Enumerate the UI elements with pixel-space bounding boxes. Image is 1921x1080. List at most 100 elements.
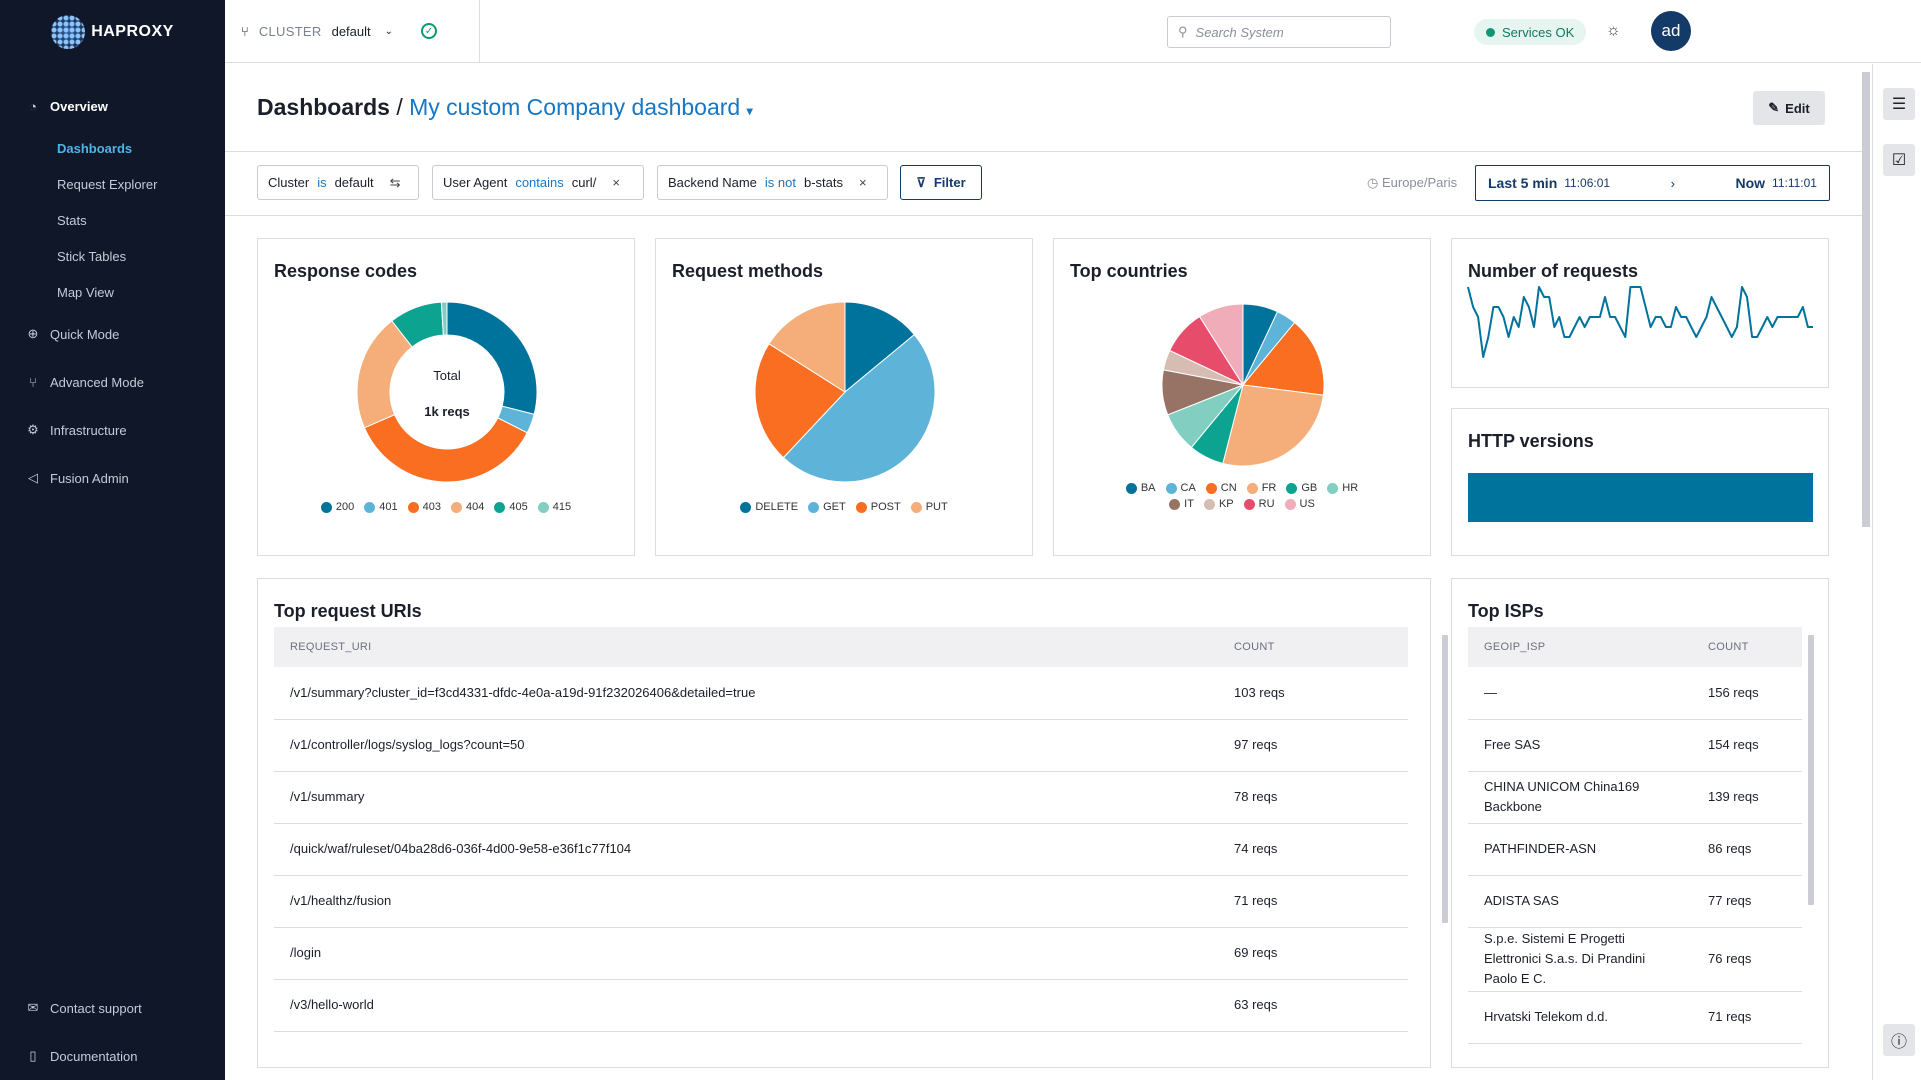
- table-cell-name: Hrvatski Telekom d.d.: [1468, 991, 1692, 1044]
- sidebar-item-map-view[interactable]: Map View: [0, 274, 225, 310]
- uris-table-scrollbar[interactable]: [1442, 635, 1448, 923]
- legend-item-405[interactable]: 405: [494, 501, 528, 513]
- dashboard-selector[interactable]: My custom Company dashboard: [409, 94, 740, 120]
- sidebar-item-documentation[interactable]: ▯ Documentation: [0, 1032, 225, 1080]
- legend-label: PUT: [925, 501, 948, 513]
- legend-item-401[interactable]: 401: [364, 501, 398, 513]
- legend-item-403[interactable]: 403: [407, 501, 441, 513]
- column-header-count[interactable]: COUNT: [1218, 627, 1408, 667]
- isp-table-wrap: GEOIP_ISP COUNT —156 reqs Free SAS 154 req…: [1468, 627, 1802, 1044]
- table-row[interactable]: /quick/waf/ruleset/04ba28d6-036f-4d00-9e…: [274, 823, 1408, 876]
- http-version-bar-0[interactable]: [1468, 473, 1813, 522]
- legend-item-404[interactable]: 404: [451, 501, 484, 513]
- legend-item-ba[interactable]: BA: [1125, 482, 1156, 494]
- http-versions-bar-chart: [1468, 473, 1813, 522]
- sidebar-item-label: Advanced Mode: [50, 374, 144, 390]
- checklist-icon[interactable]: ☑: [1883, 144, 1915, 176]
- page-title: Dashboards / My custom Company dashboard…: [257, 94, 753, 121]
- filter-operator: is: [317, 175, 327, 190]
- legend-swatch: [1246, 482, 1258, 494]
- table-row[interactable]: /v3/hello-world 63 reqs: [274, 979, 1408, 1032]
- pie-slice-200[interactable]: [446, 301, 538, 415]
- branch-icon: ⑂: [29, 374, 37, 390]
- swap-icon[interactable]: ⇆: [390, 175, 401, 191]
- filter-field: Backend Name: [668, 175, 757, 190]
- close-icon[interactable]: ×: [612, 175, 620, 190]
- table-row[interactable]: /v1/summary?cluster_id=f3cd4331-dfdc-4e0…: [274, 667, 1408, 720]
- card-top-countries: Top countries BA CA CN FR GB HR IT KP RU US: [1053, 238, 1431, 556]
- cluster-selector[interactable]: ⑂ CLUSTER default ⌄ ✓: [225, 0, 480, 63]
- legend-label: CN: [1220, 482, 1237, 494]
- table-row[interactable]: /v1/healthz/fusion 71 reqs: [274, 875, 1408, 928]
- sidebar-item-request-explorer[interactable]: Request Explorer: [0, 166, 225, 202]
- table-row[interactable]: —156 reqs: [1468, 667, 1802, 720]
- caret-down-icon[interactable]: ▾: [747, 104, 753, 118]
- timezone[interactable]: ◷ Europe/Paris: [1367, 175, 1457, 191]
- sidebar-item-stats[interactable]: Stats: [0, 202, 225, 238]
- table-cell-count: 156 reqs: [1692, 667, 1802, 720]
- column-header-count[interactable]: COUNT: [1692, 627, 1802, 667]
- table-row[interactable]: CHINA UNICOM China169 Backbone 139 reqs: [1468, 771, 1802, 824]
- table-row[interactable]: Free SAS 154 reqs: [1468, 719, 1802, 772]
- filter-chip-user-agent[interactable]: User Agent contains curl/ ×: [432, 165, 644, 200]
- list-view-icon[interactable]: ☰: [1883, 88, 1915, 120]
- table-row[interactable]: /v1/controller/logs/syslog_logs?count=50…: [274, 719, 1408, 772]
- page-scrollbar[interactable]: [1862, 72, 1870, 527]
- info-icon[interactable]: ⓘ: [1883, 1024, 1915, 1056]
- requests-series-line[interactable]: [1467, 286, 1813, 358]
- legend-item-get[interactable]: GET: [808, 501, 846, 513]
- legend-item-put[interactable]: PUT: [910, 501, 948, 513]
- legend-item-415[interactable]: 415: [537, 501, 571, 513]
- sidebar-item-dashboards[interactable]: Dashboards: [0, 130, 225, 166]
- column-header-request-uri[interactable]: REQUEST_URI: [274, 627, 1218, 667]
- table-row[interactable]: /v1/summary 78 reqs: [274, 771, 1408, 824]
- time-range-picker[interactable]: Last 5 min 11:06:01 › Now 11:11:01: [1475, 165, 1830, 201]
- theme-toggle-sun-icon[interactable]: ☼: [1606, 22, 1621, 40]
- send-icon: ◁: [28, 470, 38, 485]
- sidebar-item-infrastructure[interactable]: ⚙ Infrastructure: [0, 406, 225, 454]
- breadcrumb-root[interactable]: Dashboards: [257, 94, 390, 120]
- edit-button[interactable]: ✎ Edit: [1753, 91, 1825, 125]
- legend-item-it[interactable]: IT: [1169, 498, 1194, 510]
- legend-item-delete[interactable]: DELETE: [740, 501, 798, 513]
- pie-slice-403[interactable]: [363, 413, 528, 483]
- sidebar-item-overview[interactable]: ◔ Overview: [0, 82, 225, 130]
- status-dot-icon: [1486, 27, 1495, 37]
- legend-item-hr[interactable]: HR: [1327, 482, 1358, 494]
- table-cell-name: Free SAS: [1468, 719, 1692, 772]
- table-row[interactable]: /login 69 reqs: [274, 927, 1408, 980]
- search-input[interactable]: ⚲ Search System: [1167, 16, 1391, 48]
- sidebar-item-quick-mode[interactable]: ⊕ Quick Mode: [0, 310, 225, 358]
- legend-item-fr[interactable]: FR: [1246, 482, 1276, 494]
- table-row[interactable]: S.p.e. Sistemi E Progetti Elettronici S.…: [1468, 927, 1802, 992]
- legend-item-kp[interactable]: KP: [1203, 498, 1234, 510]
- filter-chip-cluster[interactable]: Cluster is default ⇆: [257, 165, 419, 200]
- legend-swatch: [1286, 482, 1298, 494]
- legend-item-ca[interactable]: CA: [1165, 482, 1196, 494]
- legend-label: 404: [466, 501, 485, 513]
- sidebar-item-stick-tables[interactable]: Stick Tables: [0, 238, 225, 274]
- legend-item-ru[interactable]: RU: [1243, 498, 1275, 510]
- haproxy-logo[interactable]: HAPROXY: [0, 0, 225, 63]
- sidebar-item-fusion-admin[interactable]: ◁ Fusion Admin: [0, 454, 225, 502]
- isp-table-scrollbar[interactable]: [1808, 635, 1814, 905]
- filter-chip-backend-name[interactable]: Backend Name is not b-stats ×: [657, 165, 888, 200]
- chevron-down-icon[interactable]: ⌄: [385, 26, 393, 37]
- filter-button[interactable]: ⊽ Filter: [900, 165, 982, 200]
- close-icon[interactable]: ×: [859, 175, 867, 190]
- legend-label: GET: [823, 501, 846, 513]
- column-header-geoip-isp[interactable]: GEOIP_ISP: [1468, 627, 1692, 667]
- table-row[interactable]: Hrvatski Telekom d.d. 71 reqs: [1468, 991, 1802, 1044]
- legend-item-cn[interactable]: CN: [1205, 482, 1237, 494]
- legend-item-gb[interactable]: GB: [1286, 482, 1317, 494]
- legend-item-us[interactable]: US: [1284, 498, 1315, 510]
- user-avatar[interactable]: ad: [1651, 11, 1691, 51]
- services-status-badge[interactable]: Services OK: [1474, 19, 1587, 45]
- sidebar-item-contact-support[interactable]: ✉ Contact support: [0, 984, 225, 1032]
- table-row[interactable]: ADISTA SAS 77 reqs: [1468, 875, 1802, 928]
- card-response-codes: Response codes Total 1k reqs 200 401 403 404…: [257, 238, 635, 556]
- sidebar-item-advanced-mode[interactable]: ⑂ Advanced Mode: [0, 358, 225, 406]
- legend-item-200[interactable]: 200: [320, 501, 354, 513]
- table-row[interactable]: PATHFINDER-ASN 86 reqs: [1468, 823, 1802, 876]
- legend-item-post[interactable]: POST: [855, 501, 901, 513]
